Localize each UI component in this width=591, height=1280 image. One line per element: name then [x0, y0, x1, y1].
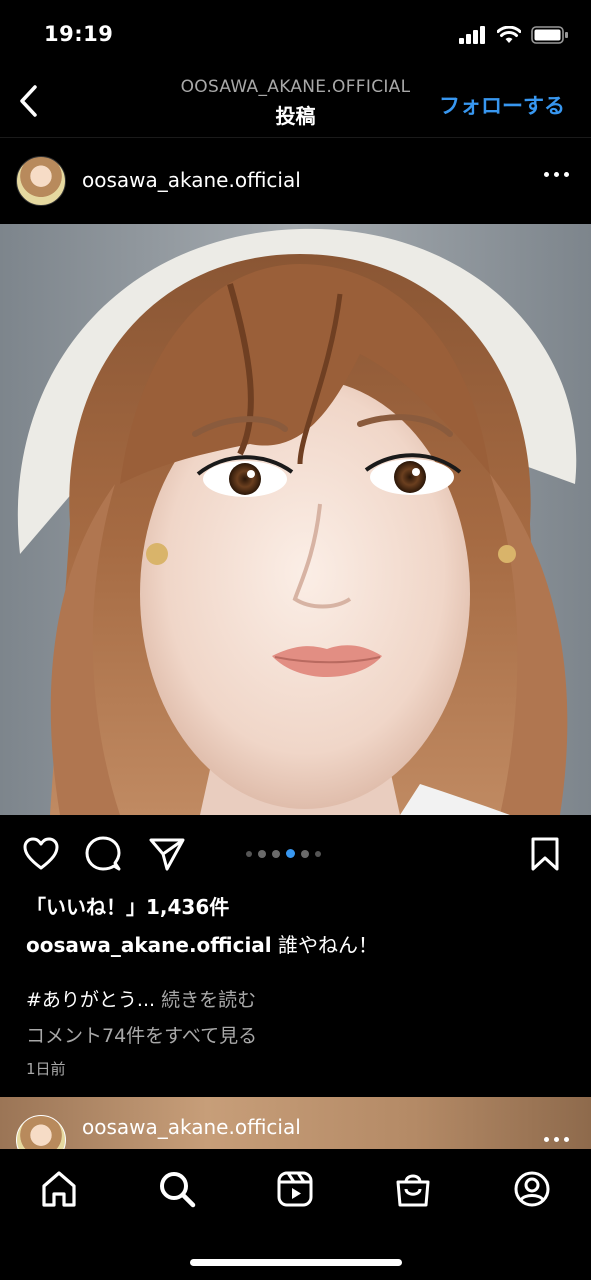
- carousel-dot-active: [286, 849, 295, 858]
- tab-profile[interactable]: [510, 1167, 554, 1211]
- likes-count[interactable]: 「いいね！」1,436件: [26, 891, 229, 920]
- next-post-username[interactable]: oosawa_akane.official: [82, 1115, 301, 1139]
- comment-button[interactable]: [84, 835, 122, 873]
- carousel-indicator: [246, 849, 321, 858]
- caption-username[interactable]: oosawa_akane.official: [26, 933, 272, 957]
- post-photo[interactable]: [0, 224, 591, 815]
- shop-icon: [396, 1174, 430, 1207]
- portrait-image: [0, 224, 591, 815]
- like-button[interactable]: [22, 835, 60, 873]
- more-options-button[interactable]: [544, 1137, 569, 1142]
- comment-icon: [85, 836, 121, 871]
- tab-reels[interactable]: [273, 1167, 317, 1211]
- avatar[interactable]: [16, 1115, 66, 1149]
- search-icon: [160, 1172, 196, 1208]
- battery-icon: [531, 26, 568, 44]
- avatar[interactable]: [16, 156, 66, 206]
- reels-icon: [277, 1171, 313, 1207]
- carousel-dot: [246, 850, 252, 857]
- heart-icon: [23, 837, 59, 870]
- hashtag[interactable]: #ありがとう...: [26, 989, 155, 1011]
- post-actions: [0, 815, 591, 889]
- read-more-link[interactable]: 続きを読む: [161, 989, 256, 1011]
- post-timestamp: 1日前: [26, 1060, 66, 1078]
- caption: oosawa_akane.official 誰やねん！: [26, 929, 378, 958]
- next-post-header: oosawa_akane.official: [0, 1097, 591, 1149]
- caption-text: 誰やねん！: [271, 933, 379, 957]
- signal-icon: [459, 26, 485, 44]
- home-icon: [42, 1171, 76, 1207]
- more-options-button[interactable]: [544, 172, 569, 177]
- save-button[interactable]: [526, 835, 564, 873]
- post-header: oosawa_akane.official: [0, 138, 591, 224]
- status-time: 19:19: [44, 22, 114, 46]
- follow-button[interactable]: フォローする: [439, 90, 565, 120]
- profile-icon: [514, 1171, 550, 1207]
- carousel-dot: [272, 849, 280, 858]
- carousel-dot: [301, 849, 309, 858]
- carousel-dot: [258, 849, 266, 858]
- carousel-dot: [315, 850, 321, 857]
- send-icon: [149, 838, 185, 871]
- view-comments-link[interactable]: コメント74件をすべて見る: [26, 1021, 257, 1048]
- tab-search[interactable]: [155, 1167, 199, 1211]
- bookmark-icon: [531, 837, 559, 871]
- home-indicator[interactable]: [190, 1259, 402, 1266]
- tab-home[interactable]: [37, 1167, 81, 1211]
- share-button[interactable]: [148, 835, 186, 873]
- post-username[interactable]: oosawa_akane.official: [82, 168, 301, 192]
- caption-more: #ありがとう... 続きを読む: [26, 985, 256, 1012]
- wifi-icon: [497, 26, 521, 43]
- more-icon: [544, 1137, 549, 1142]
- status-bar: 19:19: [0, 0, 591, 62]
- nav-header: OOSAWA_AKANE.OFFICIAL 投稿 フォローする: [0, 62, 591, 138]
- more-icon: [544, 172, 549, 177]
- tab-shop[interactable]: [391, 1167, 435, 1211]
- status-icons: [459, 26, 569, 44]
